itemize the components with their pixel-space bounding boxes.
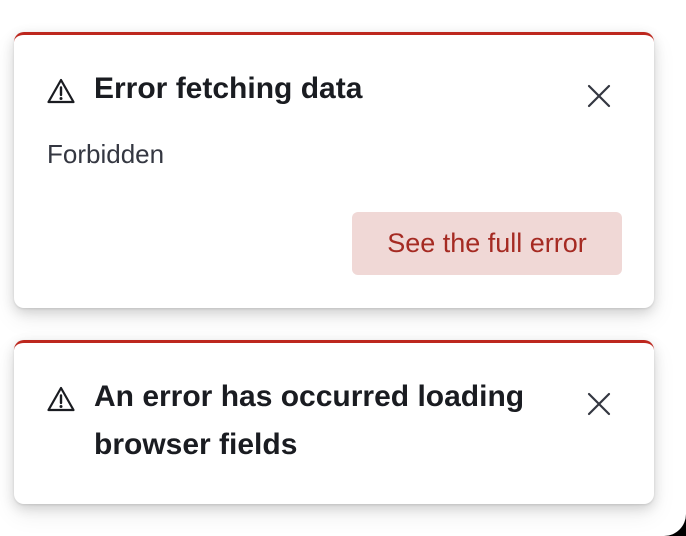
close-icon[interactable] (586, 391, 612, 417)
toast-header: An error has occurred loading browser fi… (47, 380, 574, 469)
window-corner (662, 512, 686, 536)
toast-title: Error fetching data (94, 72, 363, 105)
toast-header: Error fetching data (47, 72, 362, 113)
warning-icon (47, 386, 75, 412)
toast-title: An error has occurred loading browser fi… (94, 380, 525, 461)
see-full-error-button[interactable]: See the full error (352, 212, 622, 275)
error-toast-fetching-data: Error fetching data Forbidden See the fu… (14, 32, 654, 308)
error-toast-browser-fields: An error has occurred loading browser fi… (14, 340, 654, 504)
close-icon[interactable] (586, 83, 612, 109)
toast-message: Forbidden (47, 139, 165, 169)
warning-icon (47, 78, 75, 104)
